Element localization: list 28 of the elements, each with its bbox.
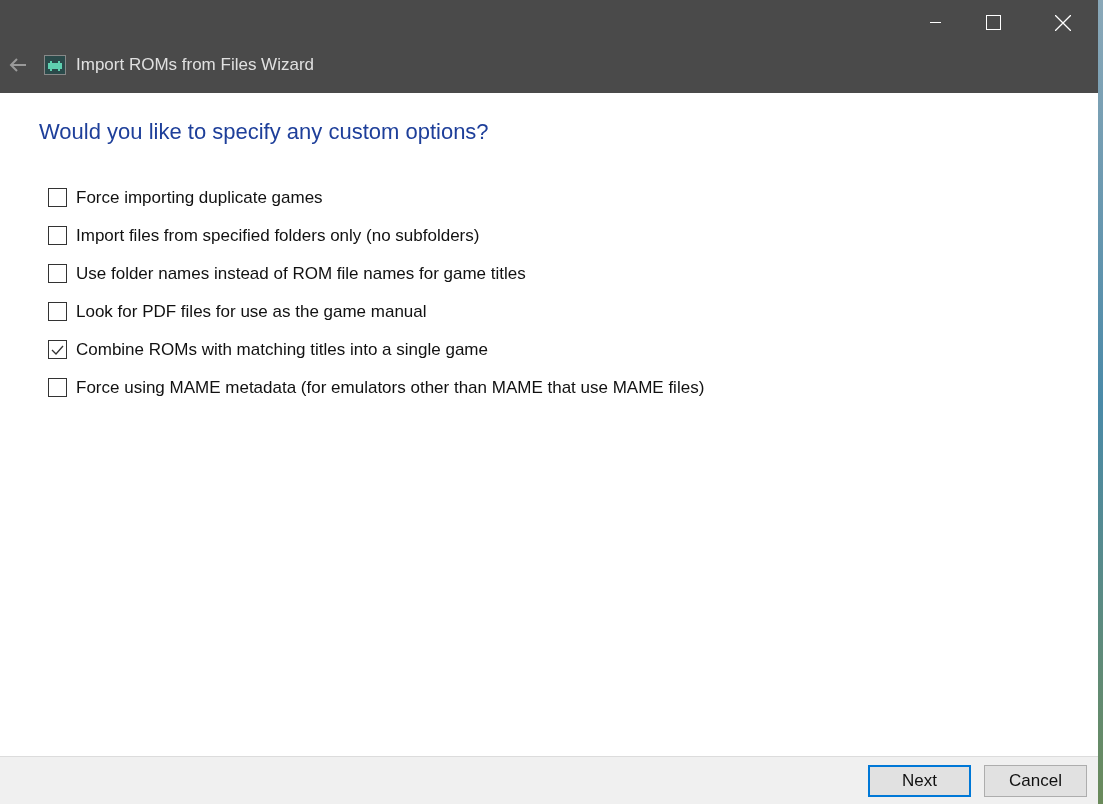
option-checkbox[interactable]: Look for PDF files for use as the game manual (48, 300, 1059, 323)
option-checkbox[interactable]: Force importing duplicate games (48, 186, 1059, 209)
check-icon (51, 344, 64, 355)
minimize-icon (929, 22, 941, 23)
checkbox[interactable] (48, 378, 67, 397)
option-label: Look for PDF files for use as the game manual (76, 300, 427, 323)
option-checkbox[interactable]: Combine ROMs with matching titles into a single game (48, 338, 1059, 361)
checkbox[interactable] (48, 226, 67, 245)
maximize-icon (985, 15, 1001, 30)
back-arrow-icon (9, 58, 27, 72)
option-checkbox[interactable]: Force using MAME metadata (for emulators other than MAME that use MAME files) (48, 376, 1059, 399)
option-label: Force using MAME metadata (for emulators other than MAME that use MAME files) (76, 376, 705, 399)
option-checkbox[interactable]: Use folder names instead of ROM file names for game titles (48, 262, 1059, 285)
option-label: Use folder names instead of ROM file names for game titles (76, 262, 526, 285)
option-label: Force importing duplicate games (76, 186, 323, 209)
option-checkbox[interactable]: Import files from specified folders only (no subfolders) (48, 224, 1059, 247)
window-title: Import ROMs from Files Wizard (76, 54, 315, 77)
wizard-heading: Would you like to specify any custom options? (39, 118, 490, 146)
option-label: Import files from specified folders only (no subfolders) (76, 224, 480, 247)
checkbox[interactable] (48, 188, 67, 207)
app-icon (44, 55, 66, 75)
checkbox[interactable] (48, 264, 67, 283)
checkbox[interactable] (48, 340, 67, 359)
close-icon (1055, 14, 1071, 31)
checkbox[interactable] (48, 302, 67, 321)
wizard-button[interactable]: Cancel (984, 764, 1087, 797)
option-label: Combine ROMs with matching titles into a single game (76, 338, 488, 361)
wizard-button[interactable]: Next (868, 764, 971, 797)
